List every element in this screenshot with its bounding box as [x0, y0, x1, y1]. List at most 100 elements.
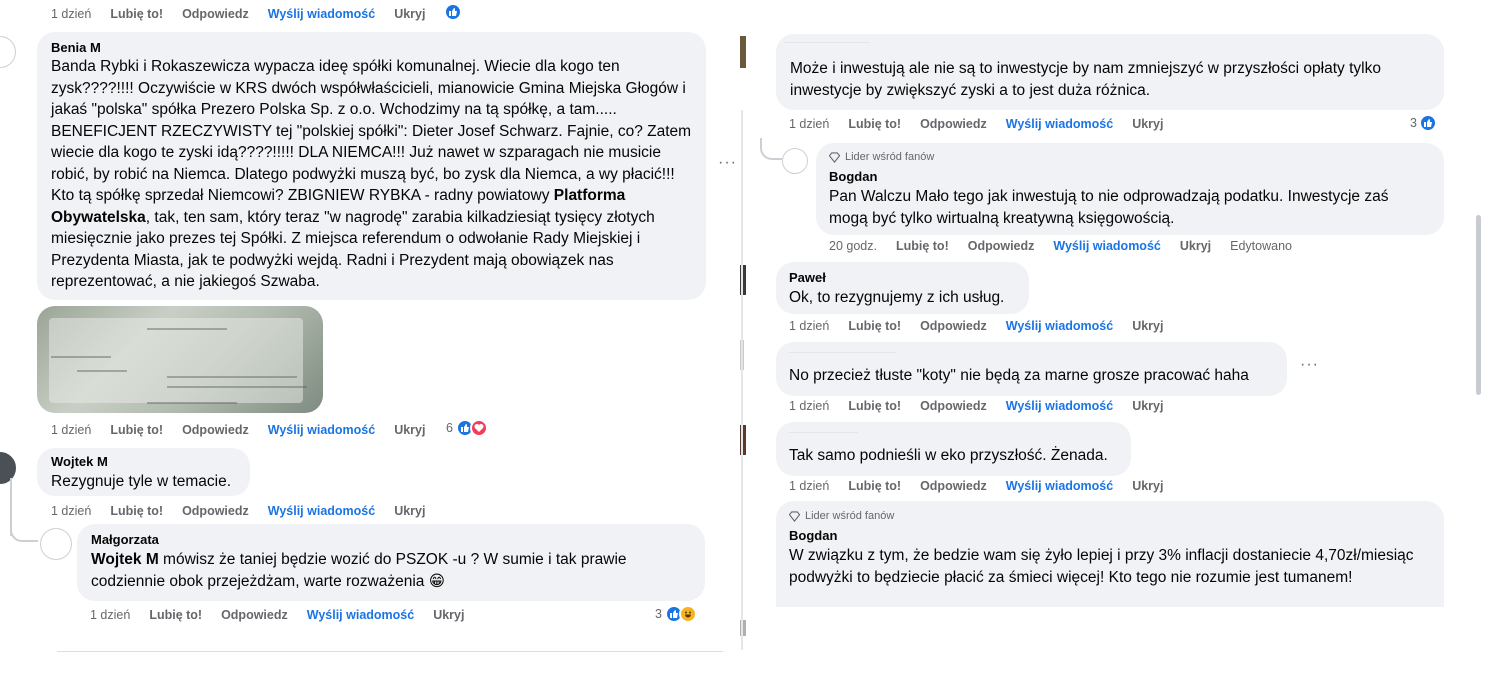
reply-action[interactable]: Odpowiedz	[920, 319, 987, 333]
avatar[interactable]	[40, 528, 72, 560]
like-action[interactable]: Lubię to!	[149, 608, 202, 622]
comment-text: Banda Rybki i Rokaszewicza wypacza ideę …	[51, 56, 692, 293]
like-action[interactable]: Lubię to!	[896, 239, 949, 253]
reaction-summary[interactable]: 6	[446, 419, 488, 437]
more-icon[interactable]: ···	[1300, 356, 1319, 374]
redacted-name	[138, 40, 160, 50]
reaction-summary[interactable]: 3	[1410, 114, 1437, 132]
hide-action[interactable]: Ukryj	[1132, 117, 1163, 131]
comment-bubble: Może i inwestują ale nie są to inwestycj…	[776, 34, 1444, 110]
like-action[interactable]: Lubię to!	[848, 117, 901, 131]
comment-bubble: Małgorzata Wojtek M mówisz że taniej będ…	[77, 524, 705, 601]
hide-action[interactable]: Ukryj	[1132, 479, 1163, 493]
send-message-action[interactable]: Wyślij wiadomość	[268, 423, 375, 437]
attached-photo[interactable]	[37, 306, 323, 413]
reply-action[interactable]: Odpowiedz	[182, 504, 249, 518]
scrollbar[interactable]	[1476, 215, 1481, 395]
avatar[interactable]	[0, 36, 16, 68]
diamond-icon	[789, 510, 800, 522]
redacted-name	[784, 42, 870, 54]
comment-bubble: Benia M Banda Rybki i Rokaszewicza wypac…	[37, 32, 706, 300]
comment-actions: 1 dzień Lubię to! Odpowiedz Wyślij wiado…	[51, 504, 444, 518]
reply-action[interactable]: Odpowiedz	[182, 423, 249, 437]
comment-text-part: Banda Rybki i Rokaszewicza wypacza ideę …	[51, 58, 692, 204]
redacted-name	[788, 352, 896, 360]
comment-time[interactable]: 1 dzień	[51, 504, 91, 518]
hide-action[interactable]: Ukryj	[433, 608, 464, 622]
send-message-action[interactable]: Wyślij wiadomość	[268, 504, 375, 518]
comment-actions: 20 godz. Lubię to! Odpowiedz Wyślij wiad…	[829, 239, 1311, 253]
reaction-summary[interactable]: 3	[655, 605, 697, 623]
hide-action[interactable]: Ukryj	[1132, 399, 1163, 413]
hide-action[interactable]: Ukryj	[394, 423, 425, 437]
reply-action[interactable]: Odpowiedz	[920, 479, 987, 493]
send-message-action[interactable]: Wyślij wiadomość	[1006, 479, 1113, 493]
reply-action[interactable]: Odpowiedz	[920, 117, 987, 131]
hide-action[interactable]: Ukryj	[1132, 319, 1163, 333]
reaction-summary[interactable]	[444, 3, 462, 21]
comment-actions: 1 dzień Lubię to! Odpowiedz Wyślij wiado…	[51, 423, 444, 437]
like-action[interactable]: Lubię to!	[110, 504, 163, 518]
fan-badge-label: Lider wśród fanów	[845, 151, 935, 163]
reaction-count: 6	[446, 421, 453, 435]
comment-author[interactable]: Małgorzata	[91, 532, 691, 548]
image-line	[77, 370, 127, 372]
like-action[interactable]: Lubię to!	[848, 319, 901, 333]
comment-time[interactable]: 1 dzień	[789, 479, 829, 493]
thread-curve	[760, 138, 782, 160]
comment-text: Tak samo podnieśli w eko przyszłość. Żen…	[789, 447, 1108, 464]
comment-author[interactable]: Bogdan	[789, 528, 1431, 544]
comment-bubble: Paweł Ok, to rezygnujemy z ich usług.	[776, 262, 1029, 314]
reply-action[interactable]: Odpowiedz	[968, 239, 1035, 253]
send-message-action[interactable]: Wyślij wiadomość	[1053, 239, 1160, 253]
comment-author[interactable]: Paweł	[789, 270, 1016, 286]
fan-badge-label: Lider wśród fanów	[805, 510, 895, 522]
comment-text: No przecież tłuste "koty" nie będą za ma…	[789, 367, 1249, 384]
mention-link[interactable]: Wojtek M	[91, 551, 159, 568]
comment-actions: 1 dzień Lubię to! Odpowiedz Wyślij wiado…	[90, 608, 483, 622]
comment-actions: 1 dzień Lubię to! Odpowiedz Wyślij wiado…	[789, 117, 1182, 131]
more-icon[interactable]: ···	[718, 154, 737, 172]
comment-time[interactable]: 1 dzień	[51, 7, 91, 21]
like-action[interactable]: Lubię to!	[848, 399, 901, 413]
send-message-action[interactable]: Wyślij wiadomość	[1006, 319, 1113, 333]
comment-actions: 1 dzień Lubię to! Odpowiedz Wyślij wiado…	[789, 479, 1182, 493]
avatar[interactable]	[782, 148, 808, 174]
comment-text: Może i inwestują ale nie są to inwestycj…	[790, 60, 1381, 99]
reply-action[interactable]: Odpowiedz	[182, 7, 249, 21]
comment-time[interactable]: 1 dzień	[789, 319, 829, 333]
comment-time[interactable]: 1 dzień	[51, 423, 91, 437]
comment-bubble: Lider wśród fanów Bogdan W związku z tym…	[776, 501, 1444, 607]
hide-action[interactable]: Ukryj	[394, 7, 425, 21]
reaction-count: 3	[655, 607, 662, 621]
hide-action[interactable]: Ukryj	[394, 504, 425, 518]
like-action[interactable]: Lubię to!	[110, 423, 163, 437]
like-action[interactable]: Lubię to!	[110, 7, 163, 21]
thread-line	[741, 110, 743, 650]
like-action[interactable]: Lubię to!	[848, 479, 901, 493]
comment-time[interactable]: 1 dzień	[789, 399, 829, 413]
send-message-action[interactable]: Wyślij wiadomość	[307, 608, 414, 622]
reply-action[interactable]: Odpowiedz	[920, 399, 987, 413]
diamond-icon	[829, 151, 840, 163]
comment-time[interactable]: 1 dzień	[90, 608, 130, 622]
comment-author[interactable]: Bogdan	[829, 169, 1431, 185]
hide-action[interactable]: Ukryj	[1180, 239, 1211, 253]
comment-actions: 1 dzień Lubię to! Odpowiedz Wyślij wiado…	[789, 399, 1182, 413]
comment-text: Wojtek M mówisz że taniej będzie wozić d…	[91, 549, 691, 592]
fan-badge: Lider wśród fanów	[829, 150, 1431, 164]
avatar[interactable]	[0, 452, 16, 484]
edited-label: Edytowano	[1230, 239, 1292, 253]
send-message-action[interactable]: Wyślij wiadomość	[268, 7, 375, 21]
send-message-action[interactable]: Wyślij wiadomość	[1006, 117, 1113, 131]
image-line	[51, 356, 111, 358]
comment-author[interactable]: Wojtek M	[51, 454, 236, 470]
comment-time[interactable]: 20 godz.	[829, 239, 877, 253]
comment-bubble: No przecież tłuste "koty" nie będą za ma…	[776, 342, 1287, 396]
comment-time[interactable]: 1 dzień	[789, 117, 829, 131]
send-message-action[interactable]: Wyślij wiadomość	[1006, 399, 1113, 413]
reply-action[interactable]: Odpowiedz	[221, 608, 288, 622]
divider	[57, 651, 723, 652]
love-icon	[469, 419, 488, 437]
image-line	[167, 386, 307, 388]
